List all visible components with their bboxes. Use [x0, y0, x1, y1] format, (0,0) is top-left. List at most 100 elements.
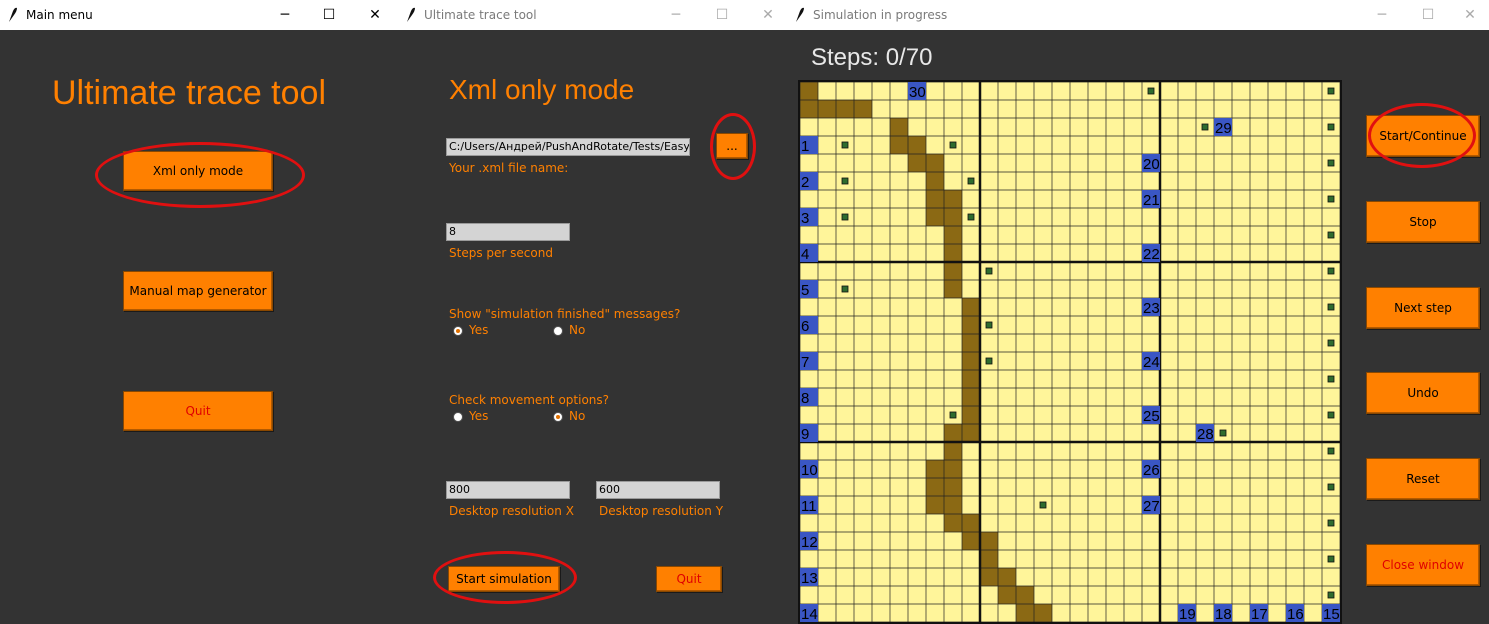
obstacle-cell [890, 136, 908, 154]
maximize-button[interactable]: ☐ [1405, 0, 1451, 30]
agent-label: 28 [1197, 426, 1214, 443]
goal-marker [841, 285, 849, 293]
maximize-button[interactable]: ☐ [699, 0, 745, 30]
obstacle-cell [800, 100, 818, 118]
obstacle-cell [818, 100, 836, 118]
agent-label: 17 [1251, 606, 1268, 623]
main-heading: Ultimate trace tool [52, 74, 326, 112]
xml-only-mode-button[interactable]: Xml only mode [123, 151, 273, 191]
agent-label: 23 [1143, 300, 1160, 317]
obstacle-cell [980, 568, 998, 586]
resolution-x-input[interactable]: 800 [446, 481, 570, 499]
goal-marker [1327, 87, 1335, 95]
check-movement-yes-label: Yes [469, 409, 489, 423]
obstacle-cell [962, 316, 980, 334]
goal-marker [985, 267, 993, 275]
obstacle-cell [944, 442, 962, 460]
stop-button[interactable]: Stop [1366, 201, 1480, 243]
goal-marker [1201, 123, 1209, 131]
steps-per-second-label: Steps per second [449, 246, 553, 260]
obstacle-cell [944, 190, 962, 208]
goal-marker [1327, 123, 1335, 131]
obstacle-cell [962, 334, 980, 352]
goal-marker [1327, 267, 1335, 275]
agent-label: 4 [801, 246, 809, 263]
main-menu-titlebar[interactable]: Main menu ─ ☐ ✕ [0, 0, 398, 30]
trace-tool-titlebar[interactable]: Ultimate trace tool ─ ☐ ✕ [398, 0, 787, 30]
xml-file-input[interactable]: C:/Users/Андрей/PushAndRotate/Tests/Easy… [446, 138, 690, 156]
simulation-titlebar[interactable]: Simulation in progress ─ ☐ ✕ [787, 0, 1489, 30]
undo-button[interactable]: Undo [1366, 372, 1480, 414]
quit-button[interactable]: Quit [123, 391, 273, 431]
goal-marker [967, 177, 975, 185]
steps-per-second-input[interactable]: 8 [446, 223, 570, 241]
agent-label: 15 [1323, 606, 1340, 623]
check-movement-yes-radio[interactable] [453, 412, 463, 422]
resolution-y-input[interactable]: 600 [596, 481, 720, 499]
agent-label: 2 [801, 174, 809, 191]
next-step-button[interactable]: Next step [1366, 287, 1480, 329]
goal-marker [1327, 195, 1335, 203]
agent-label: 30 [909, 84, 926, 101]
minimize-button[interactable]: ─ [262, 0, 308, 30]
obstacle-cell [998, 586, 1016, 604]
window-title: Main menu [26, 8, 93, 22]
agent-label: 16 [1287, 606, 1304, 623]
obstacle-cell [944, 208, 962, 226]
obstacle-cell [944, 424, 962, 442]
reset-button[interactable]: Reset [1366, 458, 1480, 500]
obstacle-cell [944, 460, 962, 478]
show-messages-yes-label: Yes [469, 323, 489, 337]
simulation-grid: 30 29 1 20 2 21 3 4 22 5 23 6 7 24 8 25 9 28 10 26 11 27 12 13 1… [798, 80, 1342, 624]
close-button[interactable]: ✕ [1447, 0, 1489, 30]
manual-map-generator-button[interactable]: Manual map generator [123, 271, 273, 311]
goal-marker [967, 213, 975, 221]
obstacle-cell [962, 424, 980, 442]
show-messages-no-radio[interactable] [553, 326, 563, 336]
window-title: Ultimate trace tool [424, 8, 537, 22]
agent-label: 3 [801, 210, 809, 227]
browse-button[interactable]: ... [716, 133, 748, 159]
obstacle-cell [998, 568, 1016, 586]
agent-label: 27 [1143, 498, 1160, 515]
start-continue-button[interactable]: Start/Continue [1366, 115, 1480, 157]
feather-icon [796, 7, 804, 22]
show-messages-yes-radio[interactable] [453, 326, 463, 336]
file-name-label: Your .xml file name: [449, 161, 569, 175]
goal-marker [1327, 375, 1335, 383]
obstacle-cell [944, 262, 962, 280]
obstacle-cell [962, 406, 980, 424]
feather-icon [407, 7, 415, 22]
agent-label: 11 [801, 498, 817, 515]
window-title: Simulation in progress [813, 8, 948, 22]
maximize-button[interactable]: ☐ [306, 0, 352, 30]
goal-marker [949, 141, 957, 149]
check-movement-question: Check movement options? [449, 393, 610, 407]
obstacle-cell [944, 496, 962, 514]
obstacle-cell [926, 172, 944, 190]
agent-label: 19 [1179, 606, 1196, 623]
start-simulation-button[interactable]: Start simulation [448, 566, 560, 592]
agent-label: 22 [1143, 246, 1160, 263]
mode-heading: Xml only mode [449, 74, 635, 105]
main-menu-window: Main menu ─ ☐ ✕ Ultimate trace tool Xml … [0, 0, 398, 624]
minimize-button[interactable]: ─ [653, 0, 699, 30]
obstacle-cell [926, 460, 944, 478]
goal-marker [1219, 429, 1227, 437]
obstacle-cell [1034, 604, 1052, 622]
check-movement-no-radio[interactable] [553, 412, 563, 422]
obstacle-cell [908, 136, 926, 154]
close-window-button[interactable]: Close window [1366, 544, 1480, 586]
close-button[interactable]: ✕ [745, 0, 787, 30]
obstacle-cell [836, 100, 854, 118]
minimize-button[interactable]: ─ [1359, 0, 1405, 30]
goal-marker [1327, 447, 1335, 455]
agent-label: 21 [1143, 192, 1160, 209]
obstacle-cell [980, 550, 998, 568]
quit-button[interactable]: Quit [656, 566, 722, 592]
show-messages-no-label: No [569, 323, 586, 337]
close-button[interactable]: ✕ [352, 0, 398, 30]
resolution-y-label: Desktop resolution Y [599, 504, 724, 518]
agent-label: 14 [801, 606, 818, 623]
obstacle-cell [962, 352, 980, 370]
